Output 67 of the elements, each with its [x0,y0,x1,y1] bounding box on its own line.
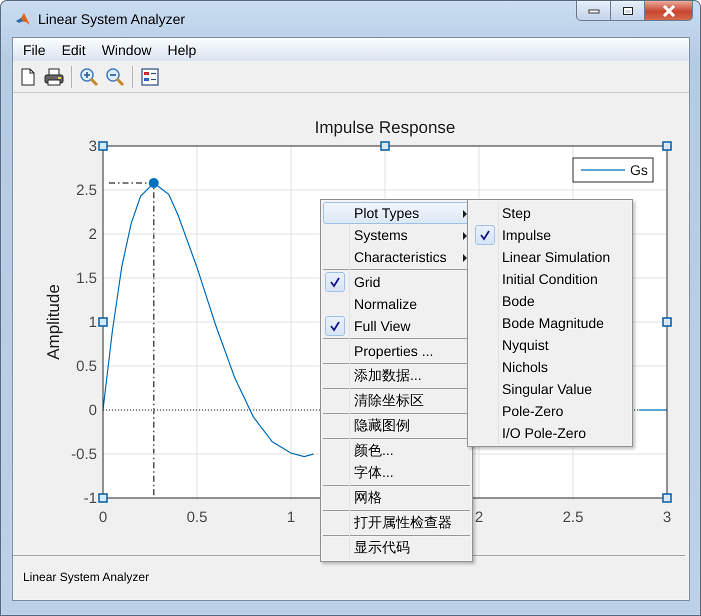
menu-item[interactable]: Bode [470,290,630,312]
menu-item[interactable]: 颜色... [323,440,470,462]
window-title: Linear System Analyzer [38,11,186,27]
legend-label: Gs [630,162,648,178]
menu-item[interactable]: Singular Value [470,378,630,400]
menu-item[interactable]: File [15,42,54,58]
menu-item[interactable]: Initial Condition [470,268,630,290]
chart-title: Impulse Response [314,118,456,137]
zoom-in-icon[interactable] [78,66,100,88]
y-tick-label: -0.5 [71,446,97,463]
status-text: Linear System Analyzer [23,570,150,584]
selection-handle[interactable] [98,317,108,327]
menu-item[interactable]: Normalize [323,293,470,315]
menu-item[interactable]: Impulse [470,224,630,246]
menu-item[interactable]: Bode Magnitude [470,312,630,334]
y-tick-label: 2.5 [76,182,97,199]
menu-item[interactable]: Grid [323,271,470,293]
y-tick-label: 0 [88,402,97,419]
selection-handle[interactable] [98,493,108,503]
menu-item[interactable]: Plot Types [323,202,470,224]
y-tick-label: 2 [88,226,97,243]
y-tick-label: 1 [88,314,97,331]
menu-item[interactable]: Nichols [470,356,630,378]
y-tick-label: 1.5 [76,270,97,287]
menu-item[interactable]: 添加数据... [323,365,470,387]
maximize-button[interactable] [611,1,645,21]
x-tick-label: 1 [286,509,296,526]
x-tick-label: 0.5 [186,509,208,526]
selection-handle[interactable] [662,317,672,327]
menu-item[interactable]: 打开属性检查器 [323,512,470,534]
y-axis-label: Amplitude [44,284,63,360]
menu-item[interactable]: Edit [54,42,94,58]
legend-icon[interactable] [139,66,161,88]
y-tick-label: -1 [84,490,97,507]
y-tick-label: 0.5 [76,358,97,375]
menu-item[interactable]: 隐藏图例 [323,415,470,437]
maximize-icon [622,6,634,16]
x-tick-label: 0 [98,509,108,526]
menu-item[interactable]: Linear Simulation [470,246,630,268]
minimize-icon [588,8,600,14]
menu-item[interactable]: Properties ... [323,340,470,362]
x-tick-label: 2 [474,509,484,526]
close-icon [662,4,676,16]
selection-handle[interactable] [662,493,672,503]
selection-handle[interactable] [380,141,390,151]
menu-item[interactable]: Step [470,202,630,224]
menu-item[interactable]: Pole-Zero [470,400,630,422]
menu-item[interactable]: Help [159,42,204,58]
app-icon [15,11,31,27]
menu-item[interactable]: Nyquist [470,334,630,356]
menu-item[interactable]: 清除坐标区 [323,390,470,412]
zoom-out-icon[interactable] [104,66,126,88]
menu-item[interactable]: 网格 [323,487,470,509]
selection-handle[interactable] [98,141,108,151]
menu-item[interactable]: 显示代码 [323,537,470,559]
menu-item[interactable]: 字体... [323,462,470,484]
legend: Gs [572,158,654,182]
x-tick-label: 3 [662,509,672,526]
menu-item[interactable]: Window [94,42,160,58]
x-tick-label: 2.5 [562,509,584,526]
minimize-button[interactable] [576,1,611,21]
menu-item[interactable]: Full View [323,315,470,337]
y-tick-label: 3 [88,138,97,155]
close-button[interactable] [645,1,693,21]
selection-handle[interactable] [662,141,672,151]
menu-item[interactable]: I/O Pole-Zero [470,422,630,444]
printer-icon[interactable] [43,66,65,88]
